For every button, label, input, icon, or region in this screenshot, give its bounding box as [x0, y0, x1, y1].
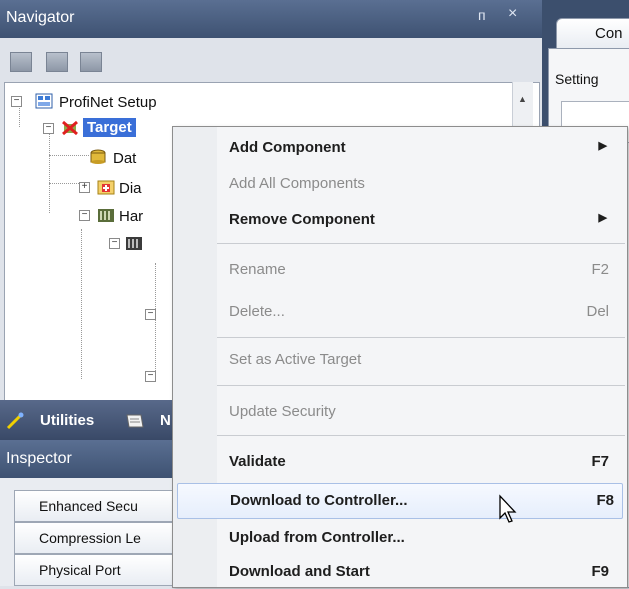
navigator-title-bar: Navigator ᴨ ×	[0, 0, 542, 38]
tree-item-label: Dia	[119, 180, 142, 197]
menu-item-label: Update Security	[229, 403, 336, 420]
inspector-row-label: Compression Le	[39, 530, 141, 546]
menu-item-label: Delete...	[229, 303, 285, 320]
context-menu: Add Component ▶ Add All Components Remov…	[172, 126, 628, 588]
menu-item-label: Download to Controller...	[230, 492, 408, 509]
menu-item-shortcut: F9	[591, 563, 609, 580]
menu-item-label: Set as Active Target	[229, 351, 362, 368]
toolbar-grid-icon[interactable]	[80, 52, 102, 72]
expand-icon[interactable]: +	[79, 182, 90, 193]
diagnostics-icon	[97, 180, 115, 195]
menu-separator	[217, 337, 625, 338]
menu-item-shortcut: Del	[586, 303, 609, 320]
toolbar-tree-icon[interactable]	[46, 52, 68, 72]
mouse-cursor-icon	[499, 494, 517, 523]
menu-item-download-and-start[interactable]: Download and Start F9	[227, 555, 617, 589]
menu-item-label: Upload from Controller...	[229, 529, 405, 546]
collapse-icon[interactable]: −	[43, 123, 54, 134]
menu-item-delete[interactable]: Delete... Del	[227, 295, 617, 329]
menu-item-remove-component[interactable]: Remove Component ▶	[227, 203, 617, 237]
settings-label: Setting	[555, 71, 599, 87]
tab-controller[interactable]: Con	[556, 18, 629, 49]
tree-item-label: Dat	[113, 150, 137, 167]
menu-item-shortcut: F8	[596, 492, 614, 509]
menu-item-label: Remove Component	[229, 211, 375, 228]
inspector-title: Inspector	[6, 450, 72, 467]
hardware-icon	[98, 209, 114, 222]
menu-item-label: Add Component	[229, 139, 346, 156]
tree-item-label: Har	[119, 208, 144, 225]
navigator-title: Navigator	[6, 9, 75, 26]
menu-item-rename[interactable]: Rename F2	[227, 253, 617, 287]
menu-separator	[217, 385, 625, 386]
tab-second[interactable]: N	[160, 412, 171, 429]
menu-item-add-all-components[interactable]: Add All Components	[227, 167, 617, 201]
menu-item-shortcut: F2	[591, 261, 609, 278]
collapse-icon[interactable]: −	[145, 371, 156, 382]
target-error-icon	[62, 120, 78, 136]
rack-icon	[126, 237, 142, 250]
menu-item-upload-from-controller[interactable]: Upload from Controller...	[227, 521, 617, 555]
menu-item-download-to-controller[interactable]: Download to Controller... F8	[177, 483, 623, 519]
submenu-arrow-icon: ▶	[598, 140, 607, 152]
toolbar-view-icon[interactable]	[10, 52, 32, 72]
collapse-icon[interactable]: −	[79, 210, 90, 221]
tree-item-label: ProfiNet Setup	[59, 94, 157, 111]
utilities-icon	[6, 412, 24, 430]
tree-item-label: Target	[83, 118, 136, 137]
menu-item-shortcut: F7	[591, 453, 609, 470]
collapse-icon[interactable]: −	[145, 309, 156, 320]
close-icon[interactable]: ×	[508, 5, 517, 23]
navigator-toolbar	[0, 38, 542, 82]
menu-item-validate[interactable]: Validate F7	[227, 445, 617, 479]
menu-item-label: Add All Components	[229, 175, 365, 192]
menu-separator	[217, 435, 625, 436]
tab-utilities[interactable]: Utilities	[40, 412, 94, 429]
menu-item-update-security[interactable]: Update Security	[227, 395, 617, 429]
menu-item-set-active-target[interactable]: Set as Active Target	[227, 343, 617, 377]
menu-item-add-component[interactable]: Add Component ▶	[227, 131, 617, 165]
menu-item-label: Rename	[229, 261, 286, 278]
submenu-arrow-icon: ▶	[598, 212, 607, 224]
inspector-row-label: Enhanced Secu	[39, 498, 138, 514]
collapse-icon[interactable]: −	[109, 238, 120, 249]
menu-item-label: Download and Start	[229, 563, 370, 580]
inspector-row-label: Physical Port	[39, 562, 121, 578]
pin-icon[interactable]: ᴨ	[478, 7, 486, 23]
tab-label: Con	[595, 25, 623, 42]
menu-separator	[217, 243, 625, 244]
network-setup-icon	[35, 93, 53, 109]
notes-icon	[126, 414, 144, 428]
menu-item-label: Validate	[229, 453, 286, 470]
database-icon	[90, 149, 106, 164]
collapse-icon[interactable]: −	[11, 96, 22, 107]
scroll-up-icon[interactable]: ▲	[518, 94, 527, 104]
